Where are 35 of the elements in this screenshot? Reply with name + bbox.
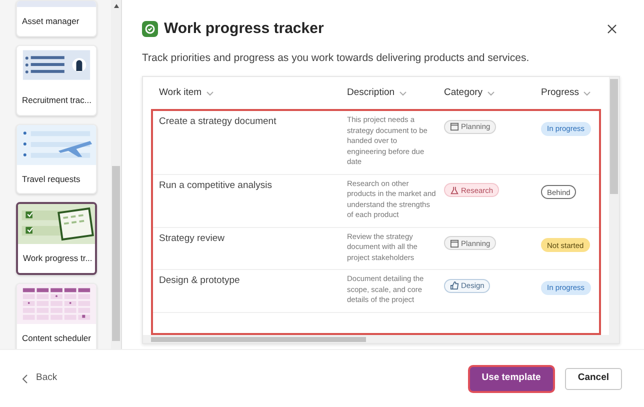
back-button[interactable]: Back — [22, 371, 58, 386]
flask-icon — [450, 186, 459, 195]
scroll-up-icon[interactable] — [114, 4, 118, 8]
column-header[interactable]: Progress — [541, 86, 580, 100]
dialog-title: Work progress tracker — [164, 19, 325, 39]
work-item: Design & prototype — [158, 274, 241, 288]
chevron-down-icon — [398, 90, 407, 96]
template-name: Content scheduler — [21, 332, 92, 345]
cancel-button[interactable]: Cancel — [564, 368, 622, 390]
chevron-down-icon — [206, 90, 214, 96]
chevron-down-icon — [486, 90, 495, 96]
template-name: Travel requests — [21, 172, 82, 186]
work-item: Run a competitive analysis — [158, 178, 273, 193]
chevron-down-icon — [583, 90, 592, 96]
calendar-icon — [450, 238, 459, 248]
thumbs-up-icon — [450, 281, 459, 290]
chevron-left-icon — [22, 374, 28, 384]
dialog-subtitle: Track priorities and progress as you work towards delivering products and services. — [142, 50, 530, 66]
column-header[interactable]: Category — [444, 86, 483, 100]
work-item: Create a strategy document — [158, 115, 278, 130]
template-name: Work progress tr... — [22, 252, 94, 266]
work-item: Strategy review — [158, 232, 226, 246]
calendar-icon — [450, 122, 459, 132]
template-card[interactable]: Asset manager — [16, 0, 97, 37]
template-name: Asset manager — [21, 15, 80, 28]
use-template-button[interactable]: Use template — [470, 366, 553, 390]
template-card[interactable]: Work progress tr... — [16, 202, 97, 275]
close-icon — [607, 24, 617, 34]
template-name: Recruitment trac... — [21, 94, 92, 107]
app-logo-icon — [142, 21, 158, 38]
template-card[interactable]: Travel requests — [16, 124, 97, 194]
template-card[interactable]: Recruitment trac... — [16, 44, 97, 116]
template-card[interactable]: Content scheduler — [16, 283, 97, 349]
column-header[interactable]: Description — [347, 86, 395, 100]
column-header[interactable]: Work item — [159, 86, 202, 100]
